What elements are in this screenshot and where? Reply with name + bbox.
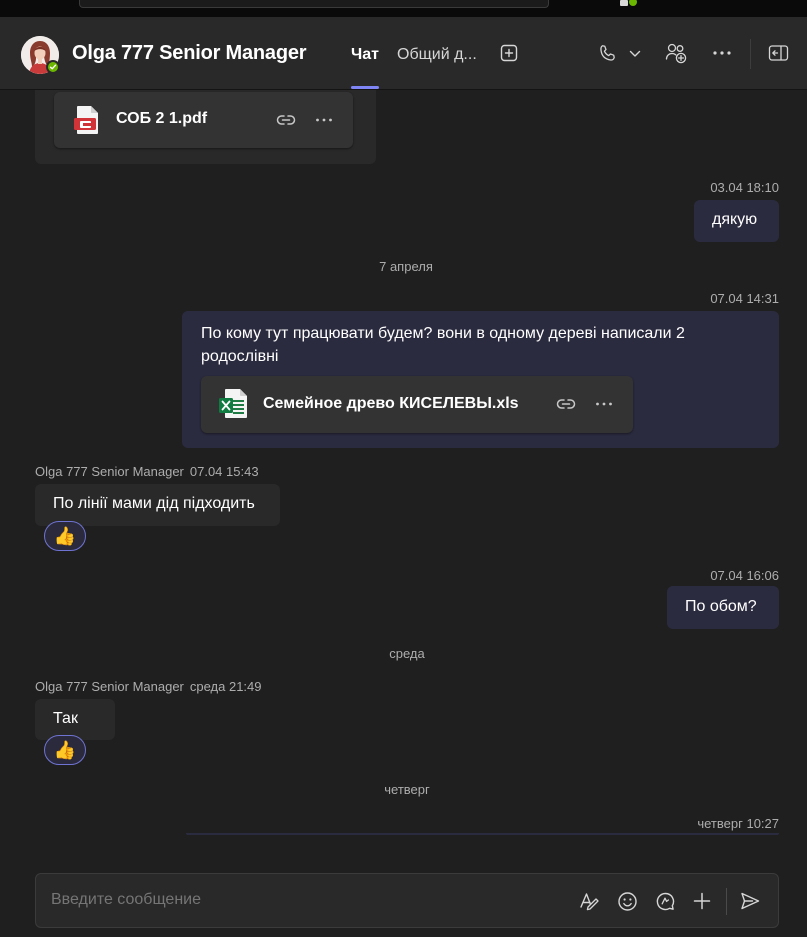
message-timestamp: 07.04 15:43 bbox=[189, 464, 259, 479]
more-icon[interactable] bbox=[711, 45, 733, 61]
chevron-down-icon[interactable] bbox=[627, 46, 643, 62]
thumbs-up-icon: 👍 bbox=[53, 526, 77, 546]
message-bubble-them[interactable]: По лінії мами дід підходить bbox=[35, 484, 280, 526]
message-text: дякую bbox=[712, 211, 758, 228]
message-bubble-them[interactable]: Так bbox=[35, 699, 115, 740]
message-list[interactable]: СОБ 2 1.pdf 03.04 18:10 дякую 7 апреля 0… bbox=[0, 90, 807, 860]
active-tab-indicator bbox=[351, 86, 379, 89]
message-text-line2: родослівні bbox=[201, 348, 279, 365]
tab-chat[interactable]: Чат bbox=[351, 46, 379, 64]
presence-available-icon bbox=[46, 60, 60, 74]
message-timestamp: 03.04 18:10 bbox=[710, 180, 779, 195]
sender-name: Olga 777 Senior Manager bbox=[35, 679, 184, 694]
chat-title: Olga 777 Senior Manager bbox=[72, 42, 307, 64]
thumbs-up-icon: 👍 bbox=[53, 740, 77, 760]
message-bubble-them: СОБ 2 1.pdf bbox=[35, 90, 376, 164]
file-attachment-card[interactable]: Семейное древо КИСЕЛЕВЫ.xls bbox=[201, 376, 633, 433]
copy-link-icon[interactable] bbox=[555, 394, 577, 414]
message-timestamp: 07.04 14:31 bbox=[710, 291, 779, 306]
emoji-icon[interactable] bbox=[614, 888, 640, 914]
file-more-icon[interactable] bbox=[593, 394, 615, 414]
reaction-like[interactable]: 👍 bbox=[44, 521, 86, 551]
phone-icon[interactable] bbox=[597, 43, 617, 63]
tab-shared[interactable]: Общий д... bbox=[397, 46, 477, 64]
format-icon[interactable] bbox=[576, 888, 602, 914]
message-bubble-me[interactable]: По обом? bbox=[667, 586, 779, 629]
open-side-panel-icon[interactable] bbox=[767, 43, 789, 63]
message-bubble-me[interactable] bbox=[186, 833, 779, 835]
window-top-strip bbox=[0, 0, 807, 17]
message-composer[interactable] bbox=[35, 873, 779, 928]
message-timestamp: 07.04 16:06 bbox=[710, 568, 779, 583]
loop-icon[interactable] bbox=[652, 888, 678, 914]
excel-file-icon bbox=[217, 387, 251, 421]
global-search-box[interactable] bbox=[79, 0, 549, 8]
pdf-file-icon bbox=[71, 104, 103, 136]
reaction-like[interactable]: 👍 bbox=[44, 735, 86, 765]
message-sender-line: Olga 777 Senior Manager среда 21:49 bbox=[35, 679, 262, 694]
message-bubble-me[interactable]: дякую bbox=[694, 200, 779, 242]
message-text: По обом? bbox=[685, 598, 757, 615]
message-text-line1: По кому тут працювати будем? вони в одно… bbox=[201, 325, 685, 342]
add-people-icon[interactable] bbox=[664, 42, 688, 64]
copy-link-icon[interactable] bbox=[275, 110, 297, 130]
file-name[interactable]: СОБ 2 1.pdf bbox=[116, 110, 207, 128]
file-name[interactable]: Семейное древо КИСЕЛЕВЫ.xls bbox=[263, 395, 519, 413]
send-icon[interactable] bbox=[737, 888, 763, 914]
message-sender-line: Olga 777 Senior Manager 07.04 15:43 bbox=[35, 464, 259, 479]
message-timestamp: среда 21:49 bbox=[189, 679, 262, 694]
file-attachment-card[interactable]: СОБ 2 1.pdf bbox=[54, 92, 353, 148]
day-separator: четверг bbox=[384, 782, 430, 797]
message-text: По лінії мами дід підходить bbox=[53, 495, 255, 512]
day-separator: 7 апреля bbox=[379, 259, 433, 274]
chat-header: Olga 777 Senior Manager Чат Общий д... bbox=[0, 17, 807, 90]
sender-name: Olga 777 Senior Manager bbox=[35, 464, 184, 479]
message-text: Так bbox=[53, 710, 78, 727]
attach-plus-icon[interactable] bbox=[689, 888, 715, 914]
file-more-icon[interactable] bbox=[313, 110, 335, 130]
account-status-icon[interactable] bbox=[620, 0, 637, 7]
composer-divider bbox=[726, 888, 727, 915]
message-bubble-me[interactable]: По кому тут працювати будем? вони в одно… bbox=[182, 311, 779, 448]
message-input[interactable] bbox=[51, 891, 258, 909]
header-divider bbox=[750, 39, 751, 69]
message-timestamp: четверг 10:27 bbox=[697, 816, 779, 831]
add-tab-icon[interactable] bbox=[499, 43, 519, 63]
day-separator: среда bbox=[389, 646, 425, 661]
